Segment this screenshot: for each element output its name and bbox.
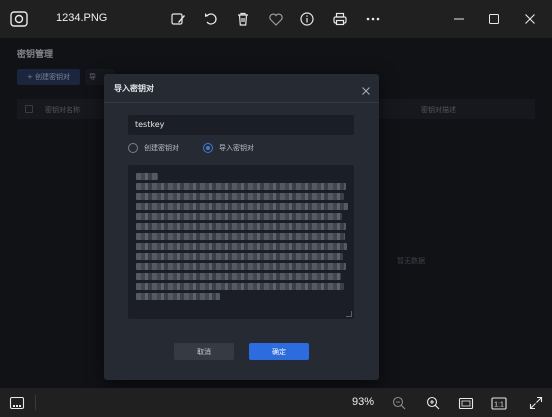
public-key-textarea-blurred — [128, 165, 354, 319]
edit-image-icon[interactable] — [168, 9, 188, 29]
more-icon[interactable] — [363, 9, 383, 29]
filmstrip-icon[interactable] — [8, 394, 26, 412]
zoom-level: 93% — [352, 396, 375, 408]
rotate-icon[interactable] — [201, 9, 221, 29]
dialog-confirm-button: 确定 — [249, 343, 309, 360]
dialog-close-icon — [360, 82, 372, 95]
fullscreen-icon[interactable] — [527, 394, 545, 412]
maximize-icon[interactable] — [484, 9, 504, 29]
textarea-resize-grip — [346, 311, 352, 317]
photos-app-icon — [9, 9, 29, 29]
radio-label: 创建密钥对 — [144, 144, 179, 152]
delete-icon[interactable] — [233, 9, 253, 29]
keypair-name-input: testkey — [128, 115, 354, 135]
import-keypair-dialog: 导入密钥对 testkey 创建密钥对 导入密钥对 取消 确定 — [104, 74, 379, 380]
radio-import-keypair: 导入密钥对 — [203, 143, 254, 153]
webapp-screenshot: 密钥管理 + 创建密钥对 导 密钥对名称 密钥对描述 暂无数据 导入密钥对 te… — [0, 38, 552, 388]
favorite-icon[interactable] — [266, 9, 286, 29]
fit-window-icon[interactable] — [457, 394, 475, 412]
status-separator — [35, 395, 36, 410]
print-icon[interactable] — [330, 9, 350, 29]
viewer-status-bar: 93% 1:1 — [0, 388, 552, 417]
dialog-cancel-button: 取消 — [174, 343, 234, 360]
dialog-title: 导入密钥对 — [114, 84, 154, 93]
info-icon[interactable] — [297, 9, 317, 29]
redacted-key-content — [136, 173, 348, 303]
minimize-icon[interactable] — [449, 9, 469, 29]
image-canvas: 密钥管理 + 创建密钥对 导 密钥对名称 密钥对描述 暂无数据 导入密钥对 te… — [0, 38, 552, 388]
close-icon[interactable] — [520, 9, 540, 29]
radio-dot — [128, 143, 138, 153]
radio-create-keypair: 创建密钥对 — [128, 143, 179, 153]
zoom-in-icon[interactable] — [424, 394, 442, 412]
viewer-title-bar: 1234.PNG — [0, 0, 552, 38]
radio-label: 导入密钥对 — [219, 144, 254, 152]
zoom-out-icon[interactable] — [390, 394, 408, 412]
dialog-divider — [104, 102, 379, 103]
radio-dot-selected — [203, 143, 213, 153]
actual-size-icon[interactable]: 1:1 — [490, 394, 508, 412]
svg-text:1:1: 1:1 — [494, 401, 504, 408]
file-name: 1234.PNG — [56, 12, 108, 24]
